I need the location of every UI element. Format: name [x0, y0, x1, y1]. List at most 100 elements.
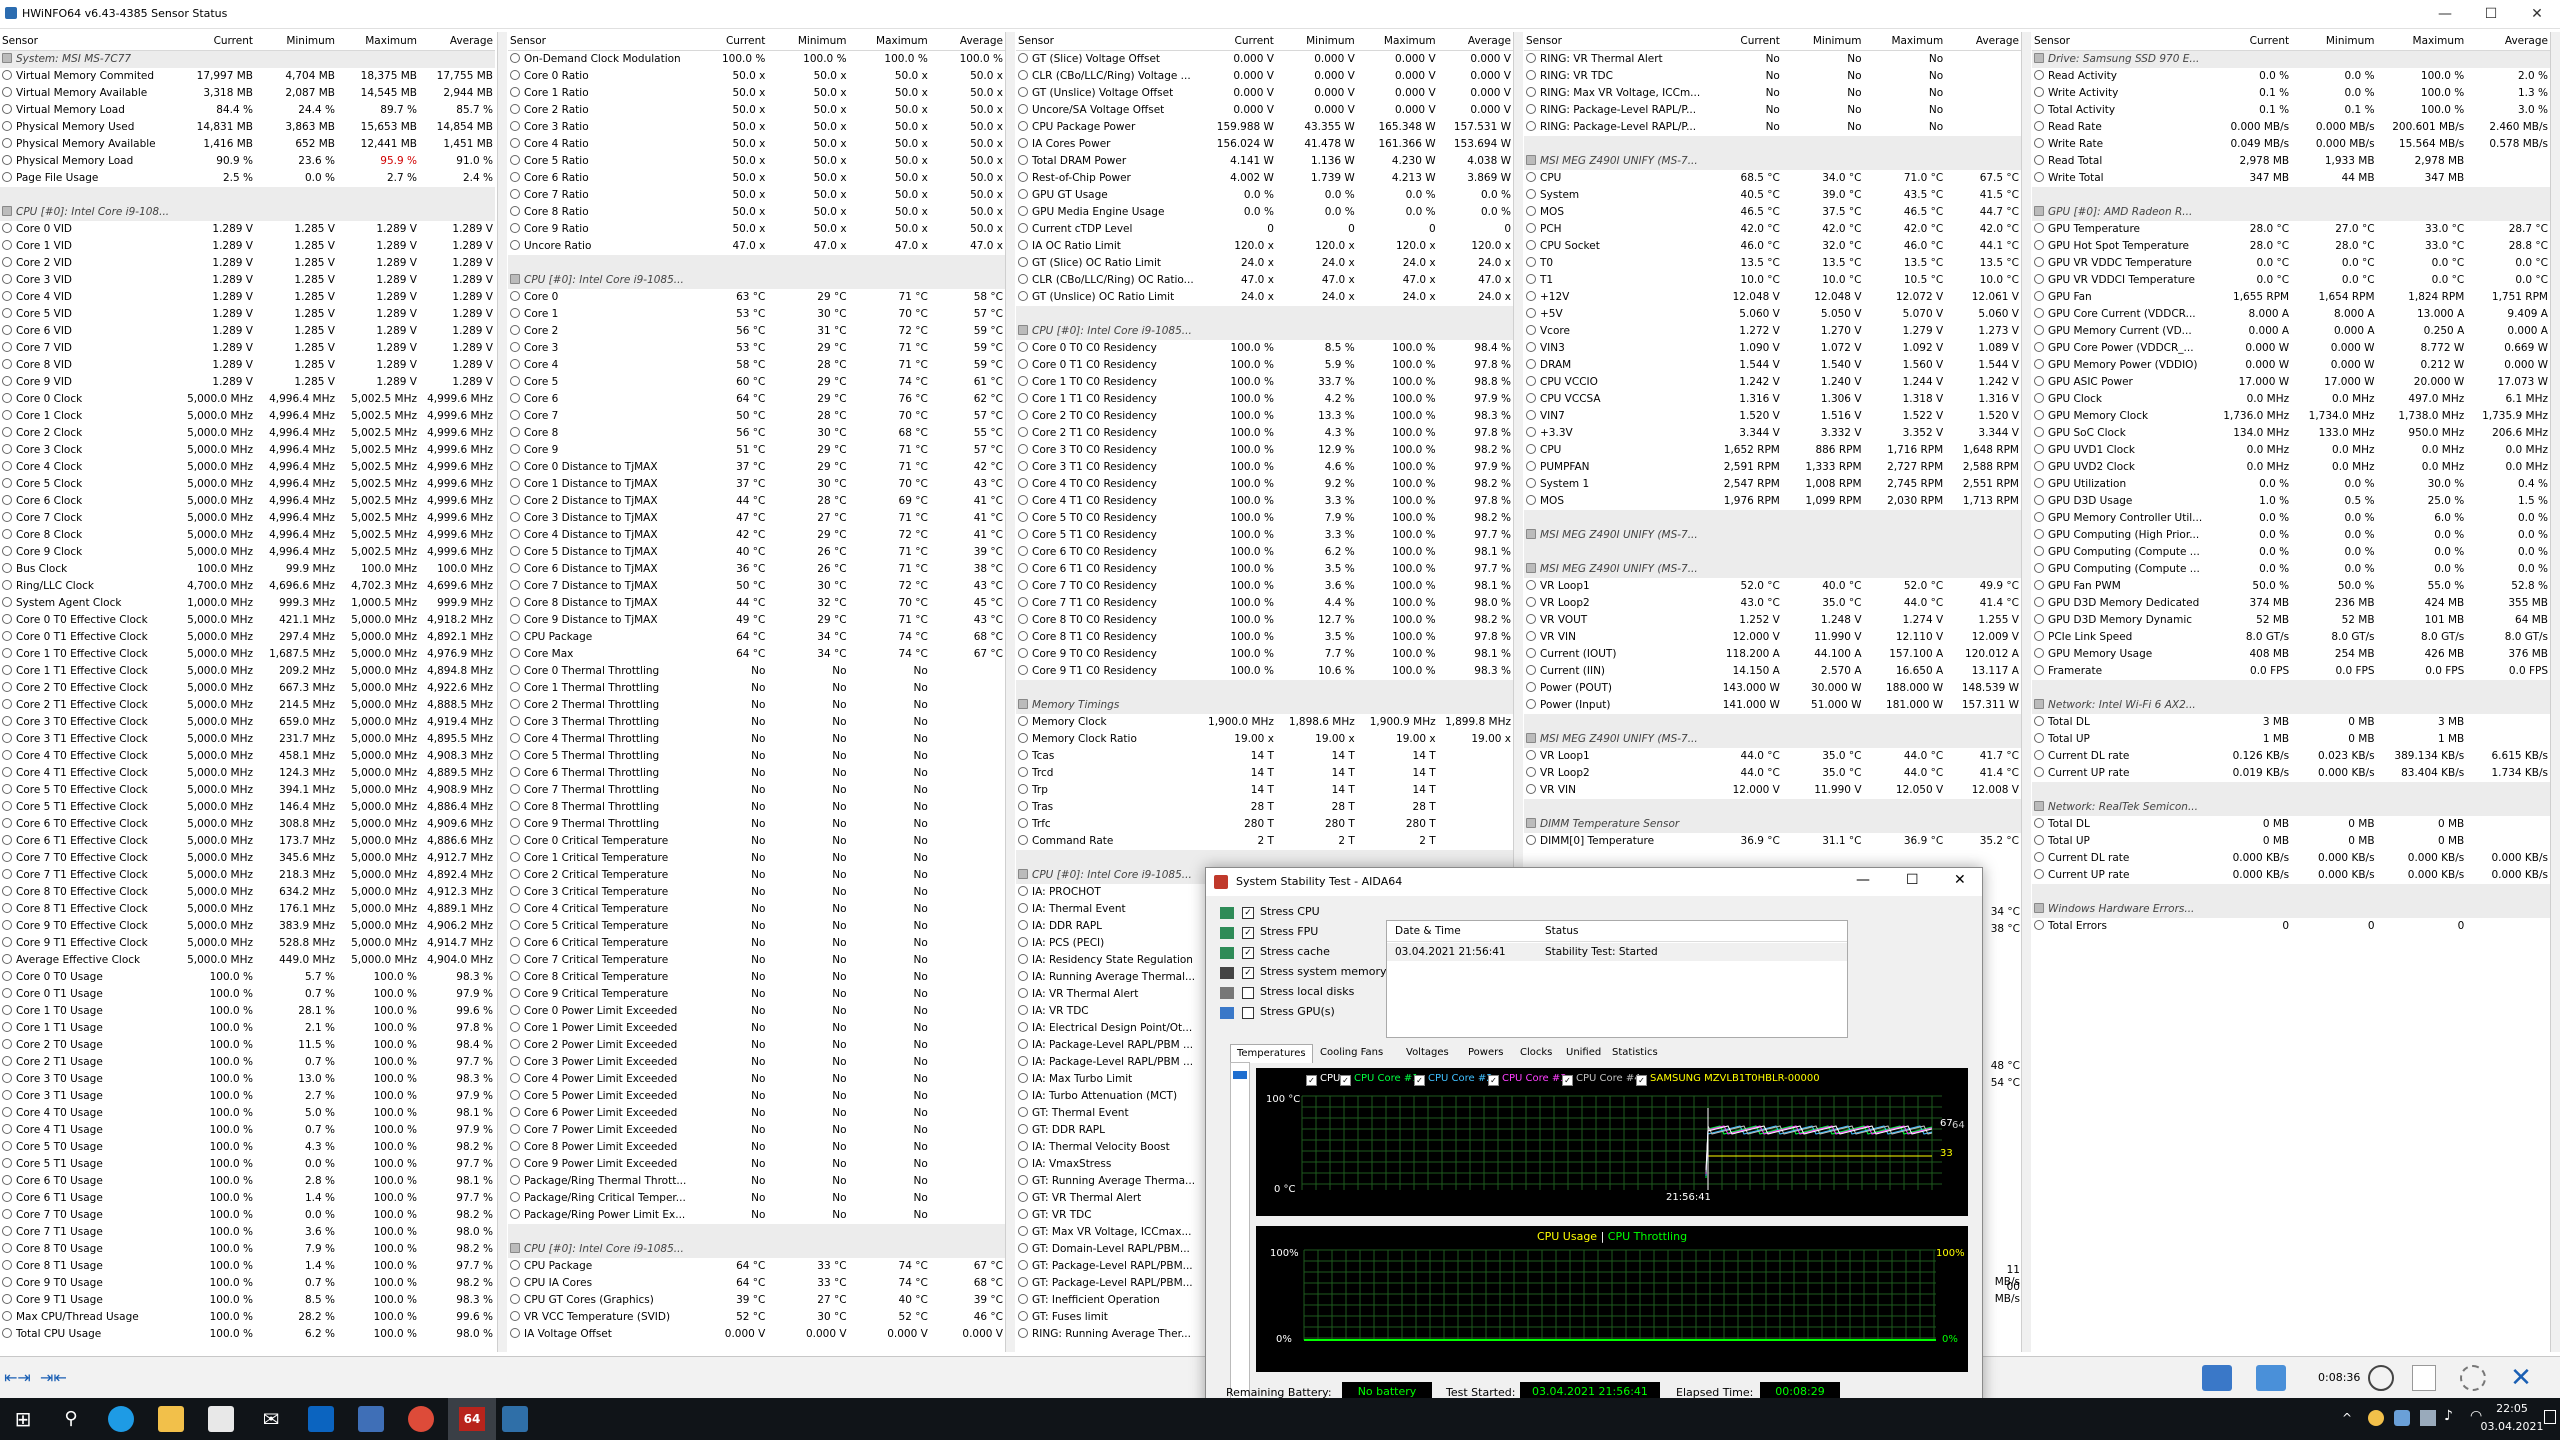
sensor-row[interactable]: Core 8 T0 Effective Clock 5,000.0 MHz 634.… — [0, 884, 495, 901]
sensor-row[interactable]: Core 5 T0 Usage 100.0 % 4.3 % 100.0 % 98.2 % — [0, 1139, 495, 1156]
column-header-maximum[interactable]: Maximum — [848, 32, 930, 51]
graph-side-list[interactable] — [1230, 1062, 1250, 1414]
sensor-group-header[interactable]: GPU [#0]: AMD Radeon R... — [2032, 204, 2550, 221]
sensor-row[interactable]: Core 1 VID 1.289 V 1.285 V 1.289 V 1.289 V — [0, 238, 495, 255]
sensor-row[interactable]: Core 4 T1 Usage 100.0 % 0.7 % 100.0 % 97.9 % — [0, 1122, 495, 1139]
sensor-row[interactable]: VR VIN 12.000 V 11.990 V 12.050 V 12.008 V — [1524, 782, 2021, 799]
sensor-row[interactable]: GT (Unslice) Voltage Offset 0.000 V 0.000 … — [1016, 85, 1513, 102]
sensor-row[interactable]: Core 3 T0 Usage 100.0 % 13.0 % 100.0 % 98.3 … — [0, 1071, 495, 1088]
stress-checkbox[interactable]: ✓ — [1242, 907, 1254, 919]
sensor-row[interactable]: Core 6 T1 Effective Clock 5,000.0 MHz 173.… — [0, 833, 495, 850]
sensor-row[interactable]: Core 8 VID 1.289 V 1.285 V 1.289 V 1.289 V — [0, 357, 495, 374]
sensor-row[interactable]: Total DL 0 MB 0 MB 0 MB — [2032, 816, 2550, 833]
stress-label[interactable]: Stress system memory — [1260, 965, 1387, 984]
sensor-row[interactable]: Current DL rate 0.126 KB/s 0.023 KB/s 389.1… — [2032, 748, 2550, 765]
sensor-row[interactable]: Physical Memory Load 90.9 % 23.6 % 95.9 % 91… — [0, 153, 495, 170]
sensor-row[interactable]: Core 1 Power Limit Exceeded No No No — [508, 1020, 1005, 1037]
sensor-row[interactable]: VR Loop2 44.0 °C 35.0 °C 44.0 °C 41.4 °C — [1524, 765, 2021, 782]
sensor-group-header[interactable]: Windows Hardware Errors... — [2032, 901, 2550, 918]
app-icon[interactable] — [358, 1406, 384, 1432]
panel-scrollbar[interactable] — [2551, 32, 2560, 1352]
close-button[interactable]: ✕ — [2514, 0, 2560, 28]
sensor-row[interactable]: PCH 42.0 °C 42.0 °C 42.0 °C 42.0 °C — [1524, 221, 2021, 238]
sensor-row[interactable]: GPU Core Power (VDDCR_... 0.000 W 0.000 W8… — [2032, 340, 2550, 357]
sensor-row[interactable]: Core 7 T1 Usage 100.0 % 3.6 % 100.0 % 98.0 % — [0, 1224, 495, 1241]
sensor-row[interactable]: Package/Ring Thermal Thrott... No No No — [508, 1173, 1005, 1190]
sensor-row[interactable]: Core 7 VID 1.289 V 1.285 V 1.289 V 1.289 V — [0, 340, 495, 357]
sensor-row[interactable]: Core 4 Distance to TjMAX 42 °C 29 °C 72 °C 4… — [508, 527, 1005, 544]
sensor-row[interactable]: GPU UVD1 Clock 0.0 MHz 0.0 MHz 0.0 MHz 0.0 M… — [2032, 442, 2550, 459]
sensor-row[interactable]: Core 0 63 °C 29 °C 71 °C 58 °C — [508, 289, 1005, 306]
sensor-row[interactable]: Core 0 Ratio 50.0 x 50.0 x 50.0 x 50.0 x — [508, 68, 1005, 85]
sensor-row[interactable]: Read Total 2,978 MB 1,933 MB 2,978 MB — [2032, 153, 2550, 170]
sensor-row[interactable]: Uncore/SA Voltage Offset 0.000 V 0.000 V 0.… — [1016, 102, 1513, 119]
column-header-minimum[interactable]: Minimum — [255, 32, 337, 51]
sensor-row[interactable]: DIMM[0] Temperature 36.9 °C 31.1 °C 36.9 °C… — [1524, 833, 2021, 850]
sensor-row[interactable]: IA Cores Power 156.024 W 41.478 W 161.366 W… — [1016, 136, 1513, 153]
report-icon[interactable] — [2412, 1365, 2436, 1391]
sensor-row[interactable]: Core 2 VID 1.289 V 1.285 V 1.289 V 1.289 V — [0, 255, 495, 272]
sensor-row[interactable]: Core 1 Thermal Throttling No No No — [508, 680, 1005, 697]
clock-icon[interactable] — [2368, 1365, 2394, 1391]
sensor-row[interactable]: RING: Package-Level RAPL/P... No No No — [1524, 102, 2021, 119]
sensor-row[interactable]: Core 4 T0 Usage 100.0 % 5.0 % 100.0 % 98.1 % — [0, 1105, 495, 1122]
stress-label[interactable]: Stress cache — [1260, 945, 1330, 964]
sensor-row[interactable]: Core 2 T1 C0 Residency 100.0 % 4.3 % 100.0 … — [1016, 425, 1513, 442]
sensor-group-header[interactable] — [2032, 187, 2550, 204]
sensor-row[interactable]: Core 6 Clock 5,000.0 MHz 4,996.4 MHz 5,002.… — [0, 493, 495, 510]
sensor-row[interactable]: Core 0 Critical Temperature No No No — [508, 833, 1005, 850]
stress-checkbox[interactable]: ✓ — [1242, 967, 1254, 979]
column-header-minimum[interactable]: Minimum — [1781, 32, 1864, 51]
tab-powers[interactable]: Powers — [1462, 1044, 1509, 1062]
sensor-row[interactable]: CPU Package 64 °C 33 °C 74 °C 67 °C — [508, 1258, 1005, 1275]
sensor-row[interactable]: Power (Input) 141.000 W 51.000 W 181.000 W1… — [1524, 697, 2021, 714]
clock-date[interactable]: 03.04.2021 — [2480, 1420, 2544, 1433]
nav-right-icon[interactable]: ⇥⇤ — [40, 1369, 68, 1387]
sensor-row[interactable]: Core 1 Clock 5,000.0 MHz 4,996.4 MHz 5,002.… — [0, 408, 495, 425]
sensor-row[interactable]: Virtual Memory Load 84.4 % 24.4 % 89.7 % 85.… — [0, 102, 495, 119]
sensor-row[interactable]: Core 6 T1 C0 Residency 100.0 % 3.5 % 100.0 … — [1016, 561, 1513, 578]
sensor-row[interactable]: Core 3 VID 1.289 V 1.285 V 1.289 V 1.289 V — [0, 272, 495, 289]
sensor-row[interactable]: Tcas 14 T 14 T 14 T — [1016, 748, 1513, 765]
sensor-row[interactable]: Core 6 T1 Usage 100.0 % 1.4 % 100.0 % 97.7 % — [0, 1190, 495, 1207]
sensor-row[interactable]: GPU Hot Spot Temperature 28.0 °C 28.0 °C 33… — [2032, 238, 2550, 255]
sensor-row[interactable]: Core 9 Ratio 50.0 x 50.0 x 50.0 x 50.0 x — [508, 221, 1005, 238]
sensor-row[interactable]: GPU D3D Memory Dynamic 52 MB 52 MB 101 MB 64… — [2032, 612, 2550, 629]
sensor-row[interactable]: Core 2 T0 Effective Clock 5,000.0 MHz 667.… — [0, 680, 495, 697]
sensor-row[interactable]: Core 4 T0 C0 Residency 100.0 % 9.2 % 100.0 … — [1016, 476, 1513, 493]
sensor-row[interactable]: Core 9 T1 Effective Clock 5,000.0 MHz 528.… — [0, 935, 495, 952]
sensor-row[interactable]: GPU D3D Usage 1.0 % 0.5 % 25.0 % 1.5 % — [2032, 493, 2550, 510]
sensor-row[interactable]: Core 1 Distance to TjMAX 37 °C 30 °C 70 °C 4… — [508, 476, 1005, 493]
column-header-sensor[interactable]: Sensor — [0, 32, 173, 51]
stress-label[interactable]: Stress CPU — [1260, 905, 1320, 924]
sensor-row[interactable]: Page File Usage 2.5 % 0.0 % 2.7 % 2.4 % — [0, 170, 495, 187]
sensor-row[interactable]: Core 9 T1 C0 Residency 100.0 % 10.6 % 100.0… — [1016, 663, 1513, 680]
sensor-row[interactable]: Core 1 Critical Temperature No No No — [508, 850, 1005, 867]
network-icon[interactable] — [2202, 1365, 2232, 1391]
sensor-row[interactable]: Virtual Memory Available 3,318 MB 2,087 MB… — [0, 85, 495, 102]
sensor-row[interactable]: Core 9 T0 Usage 100.0 % 0.7 % 100.0 % 98.2 % — [0, 1275, 495, 1292]
sensor-row[interactable]: CPU 1,652 RPM 886 RPM 1,716 RPM 1,648 RPM — [1524, 442, 2021, 459]
sensor-row[interactable]: Read Activity 0.0 % 0.0 % 100.0 % 2.0 % — [2032, 68, 2550, 85]
tab-clocks[interactable]: Clocks — [1514, 1044, 1558, 1062]
column-header-current[interactable]: Current — [2202, 32, 2292, 51]
sensor-row[interactable]: On-Demand Clock Modulation 100.0 % 100.0 %… — [508, 51, 1005, 69]
sensor-row[interactable]: CPU IA Cores 64 °C 33 °C 74 °C 68 °C — [508, 1275, 1005, 1292]
sensor-row[interactable]: Core 1 T0 C0 Residency 100.0 % 33.7 % 100.0… — [1016, 374, 1513, 391]
sensor-row[interactable]: Core 0 Power Limit Exceeded No No No — [508, 1003, 1005, 1020]
sensor-row[interactable]: Core 1 T0 Usage 100.0 % 28.1 % 100.0 % 99.6 … — [0, 1003, 495, 1020]
start-windows-icon[interactable]: ⊞ — [10, 1406, 36, 1432]
sensor-row[interactable]: Core 2 56 °C 31 °C 72 °C 59 °C — [508, 323, 1005, 340]
sensor-row[interactable]: Core 7 T1 C0 Residency 100.0 % 4.4 % 100.0 … — [1016, 595, 1513, 612]
sensor-row[interactable]: Read Rate 0.000 MB/s 0.000 MB/s 200.601 MB/… — [2032, 119, 2550, 136]
sensor-row[interactable]: Core 5 Clock 5,000.0 MHz 4,996.4 MHz 5,002.… — [0, 476, 495, 493]
sensor-row[interactable]: CLR (CBo/LLC/Ring) OC Ratio... 47.0 x 47.0… — [1016, 272, 1513, 289]
column-header-sensor[interactable]: Sensor — [508, 32, 687, 51]
sensor-row[interactable]: GPU UVD2 Clock 0.0 MHz 0.0 MHz 0.0 MHz 0.0 M… — [2032, 459, 2550, 476]
sensor-group-header[interactable] — [2032, 884, 2550, 901]
sensor-row[interactable]: Core 8 Thermal Throttling No No No — [508, 799, 1005, 816]
panel-scrollbar[interactable] — [2022, 32, 2031, 1352]
sensor-row[interactable]: GPU Clock 0.0 MHz 0.0 MHz 497.0 MHz 6.1 MHz — [2032, 391, 2550, 408]
sensor-row[interactable]: VR Loop1 52.0 °C 40.0 °C 52.0 °C 49.9 °C — [1524, 578, 2021, 595]
sensor-row[interactable]: Core 5 Distance to TjMAX 40 °C 26 °C 71 °C 3… — [508, 544, 1005, 561]
